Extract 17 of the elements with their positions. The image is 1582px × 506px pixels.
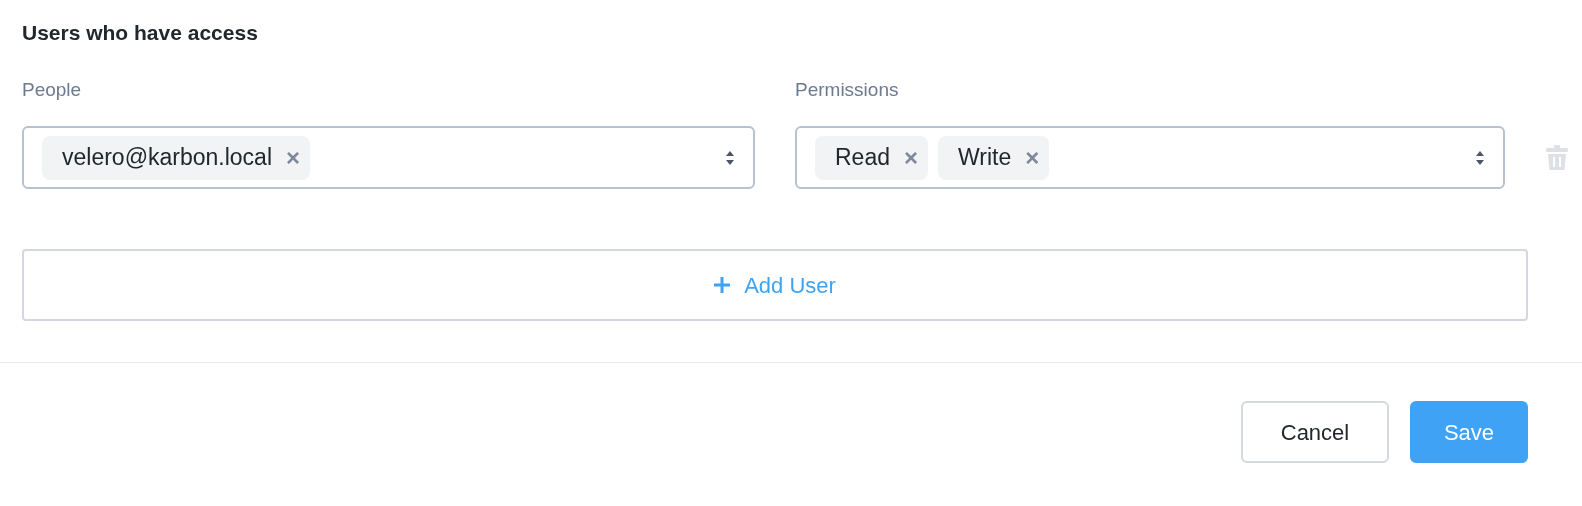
dropdown-arrows-icon [1475, 149, 1485, 166]
remove-tag-button[interactable]: × [904, 139, 918, 176]
tag-label: Write [958, 143, 1012, 173]
section-heading: Users who have access [22, 20, 259, 46]
cancel-button[interactable]: Cancel [1241, 401, 1389, 463]
field-label: Permissions [795, 78, 900, 102]
save-button[interactable]: Save [1410, 401, 1528, 463]
remove-tag-button[interactable]: × [286, 139, 301, 176]
plus-icon [714, 277, 731, 293]
remove-tag-button[interactable]: × [1025, 139, 1040, 176]
tag-label: Read [835, 143, 890, 173]
field-label: People [22, 78, 83, 102]
add-user-button[interactable]: Add User [22, 249, 1528, 321]
dropdown-arrows-icon [725, 149, 735, 166]
tag-label: velero@karbon.local [62, 143, 272, 173]
permissions-select[interactable]: Read × Write × [795, 126, 1505, 189]
people-select[interactable]: velero@karbon.local × [22, 126, 755, 189]
